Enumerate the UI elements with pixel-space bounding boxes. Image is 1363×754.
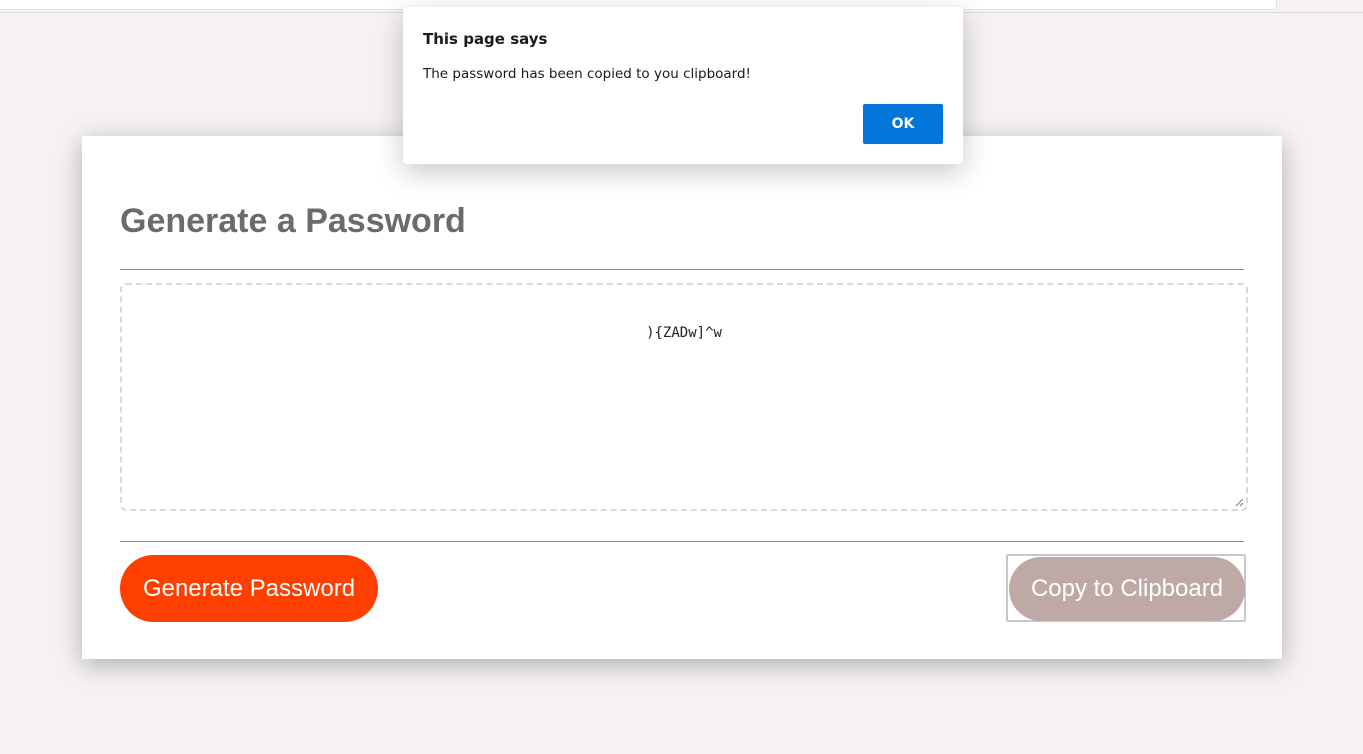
- copy-to-clipboard-button[interactable]: Copy to Clipboard: [1009, 557, 1245, 621]
- card-title: Generate a Password: [120, 202, 466, 240]
- resize-grip-icon[interactable]: [1234, 497, 1244, 507]
- bottom-divider: [120, 541, 1244, 542]
- copy-button-focus-outline: Copy to Clipboard: [1006, 554, 1246, 622]
- generate-password-button[interactable]: Generate Password: [120, 555, 378, 622]
- password-generator-card: Generate a Password ){ZADw]^w Generate P…: [82, 136, 1282, 659]
- alert-dialog: This page says The password has been cop…: [403, 7, 963, 164]
- dialog-ok-button[interactable]: OK: [863, 104, 943, 144]
- password-output: ){ZADw]^w: [646, 325, 722, 341]
- password-textarea[interactable]: ){ZADw]^w: [120, 283, 1248, 511]
- dialog-title: This page says: [423, 30, 548, 48]
- dialog-message: The password has been copied to you clip…: [423, 66, 751, 82]
- top-divider: [120, 269, 1244, 270]
